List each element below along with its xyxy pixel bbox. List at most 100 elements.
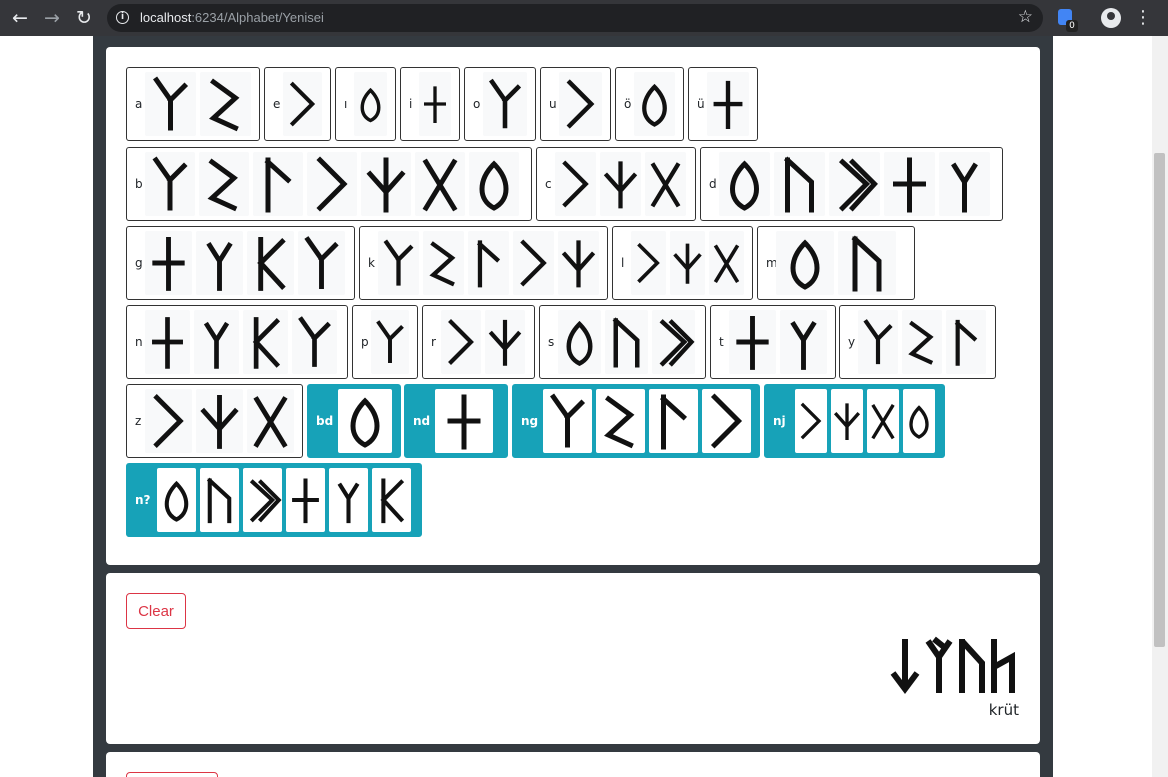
- rune-button[interactable]: [145, 310, 190, 374]
- rune-button[interactable]: [469, 152, 519, 216]
- rune-button[interactable]: [199, 152, 249, 216]
- rune-button[interactable]: [709, 231, 744, 295]
- rune-button[interactable]: [371, 310, 409, 374]
- rune-button[interactable]: [600, 152, 641, 216]
- rune-button[interactable]: [903, 389, 935, 453]
- rune-button[interactable]: [435, 389, 493, 453]
- rune-glyph-icon: [298, 316, 331, 367]
- rune-button[interactable]: [145, 231, 192, 295]
- rune-button[interactable]: [829, 152, 880, 216]
- rune-button[interactable]: [485, 310, 525, 374]
- rune-button[interactable]: [631, 231, 666, 295]
- rune-button[interactable]: [292, 310, 337, 374]
- rune-button[interactable]: [902, 310, 942, 374]
- rune-button[interactable]: [831, 389, 863, 453]
- rune-button[interactable]: [196, 231, 243, 295]
- rune-glyph-icon: [152, 237, 185, 291]
- rune-button[interactable]: [559, 72, 602, 136]
- rune-button[interactable]: [329, 468, 368, 532]
- rune-glyph-icon: [380, 478, 405, 524]
- rune-button[interactable]: [555, 152, 596, 216]
- rune-button[interactable]: [513, 231, 554, 295]
- rune-button[interactable]: [200, 468, 239, 532]
- rune-button[interactable]: [415, 152, 465, 216]
- rune-button[interactable]: [670, 231, 705, 295]
- rune-button[interactable]: [419, 72, 451, 136]
- rune-button[interactable]: [423, 231, 464, 295]
- rune-group-ng: ng: [512, 384, 760, 458]
- rune-button[interactable]: [707, 72, 749, 136]
- rune-group-label: t: [719, 335, 724, 349]
- rune-button[interactable]: [354, 72, 387, 136]
- rune-button[interactable]: [649, 389, 698, 453]
- rune-button[interactable]: [145, 72, 196, 136]
- rune-button[interactable]: [558, 310, 601, 374]
- rune-glyph-icon: [153, 76, 189, 131]
- star-icon[interactable]: ☆: [1018, 7, 1033, 27]
- rune-button[interactable]: [247, 231, 294, 295]
- rune-button[interactable]: [145, 389, 192, 453]
- rune-button[interactable]: [468, 231, 509, 295]
- menu-icon[interactable]: ⋮: [1134, 6, 1152, 30]
- rune-button[interactable]: [795, 389, 827, 453]
- rune-button[interactable]: [605, 310, 648, 374]
- rune-button[interactable]: [596, 389, 645, 453]
- scrollbar[interactable]: [1152, 36, 1168, 777]
- rune-button[interactable]: [652, 310, 695, 374]
- rune-button[interactable]: [702, 389, 751, 453]
- rune-button[interactable]: [338, 389, 392, 453]
- rune-button[interactable]: [361, 152, 411, 216]
- rune-button[interactable]: [441, 310, 481, 374]
- rune-button[interactable]: [372, 468, 411, 532]
- forward-icon[interactable]: →: [40, 6, 64, 30]
- rune-button[interactable]: [939, 152, 990, 216]
- rune-button[interactable]: [838, 231, 896, 295]
- rune-button[interactable]: [483, 72, 527, 136]
- rune-group-label: ng: [521, 414, 539, 428]
- rune-glyph-icon: [893, 157, 926, 213]
- rune-button[interactable]: [946, 310, 986, 374]
- rune-button[interactable]: [858, 310, 898, 374]
- scrollbar-thumb[interactable]: [1154, 153, 1165, 647]
- rune-button[interactable]: [157, 468, 196, 532]
- info-icon[interactable]: i: [116, 11, 129, 24]
- rune-group-label: d: [709, 177, 717, 191]
- rune-button[interactable]: [298, 231, 345, 295]
- rune-button[interactable]: [543, 389, 592, 453]
- rune-button[interactable]: [776, 231, 834, 295]
- rune-button[interactable]: [867, 389, 899, 453]
- rune-button[interactable]: [286, 468, 325, 532]
- rune-button[interactable]: [645, 152, 686, 216]
- rune-button[interactable]: [307, 152, 357, 216]
- rune-button[interactable]: [145, 152, 195, 216]
- back-icon[interactable]: ←: [8, 6, 32, 30]
- next-card-button[interactable]: [126, 772, 218, 777]
- rune-group-label: ü: [697, 97, 705, 111]
- rune-button[interactable]: [378, 231, 419, 295]
- rune-group-y: y: [839, 305, 996, 379]
- rune-button[interactable]: [194, 310, 239, 374]
- rune-glyph-icon: [350, 397, 380, 448]
- rune-button[interactable]: [247, 389, 294, 453]
- rune-button[interactable]: [634, 72, 675, 136]
- rune-button[interactable]: [243, 310, 288, 374]
- rune-button[interactable]: [780, 310, 827, 374]
- rune-button[interactable]: [283, 72, 322, 136]
- rune-button[interactable]: [243, 468, 282, 532]
- rune-button[interactable]: [196, 389, 243, 453]
- rune-button[interactable]: [558, 231, 599, 295]
- rune-glyph-icon: [650, 162, 681, 208]
- rune-button[interactable]: [884, 152, 935, 216]
- rune-group-label: k: [368, 256, 375, 270]
- rune-button[interactable]: [729, 310, 776, 374]
- reload-icon[interactable]: ↻: [72, 6, 96, 30]
- profile-icon[interactable]: [1101, 8, 1121, 28]
- rune-button[interactable]: [774, 152, 825, 216]
- clear-button[interactable]: Clear: [126, 593, 186, 629]
- rune-glyph-icon: [209, 78, 240, 132]
- rune-button[interactable]: [200, 72, 251, 136]
- address-bar[interactable]: i localhost:6234/Alphabet/Yenisei ☆: [107, 4, 1043, 32]
- url-text[interactable]: localhost:6234/Alphabet/Yenisei: [140, 10, 324, 25]
- rune-button[interactable]: [253, 152, 303, 216]
- rune-button[interactable]: [719, 152, 770, 216]
